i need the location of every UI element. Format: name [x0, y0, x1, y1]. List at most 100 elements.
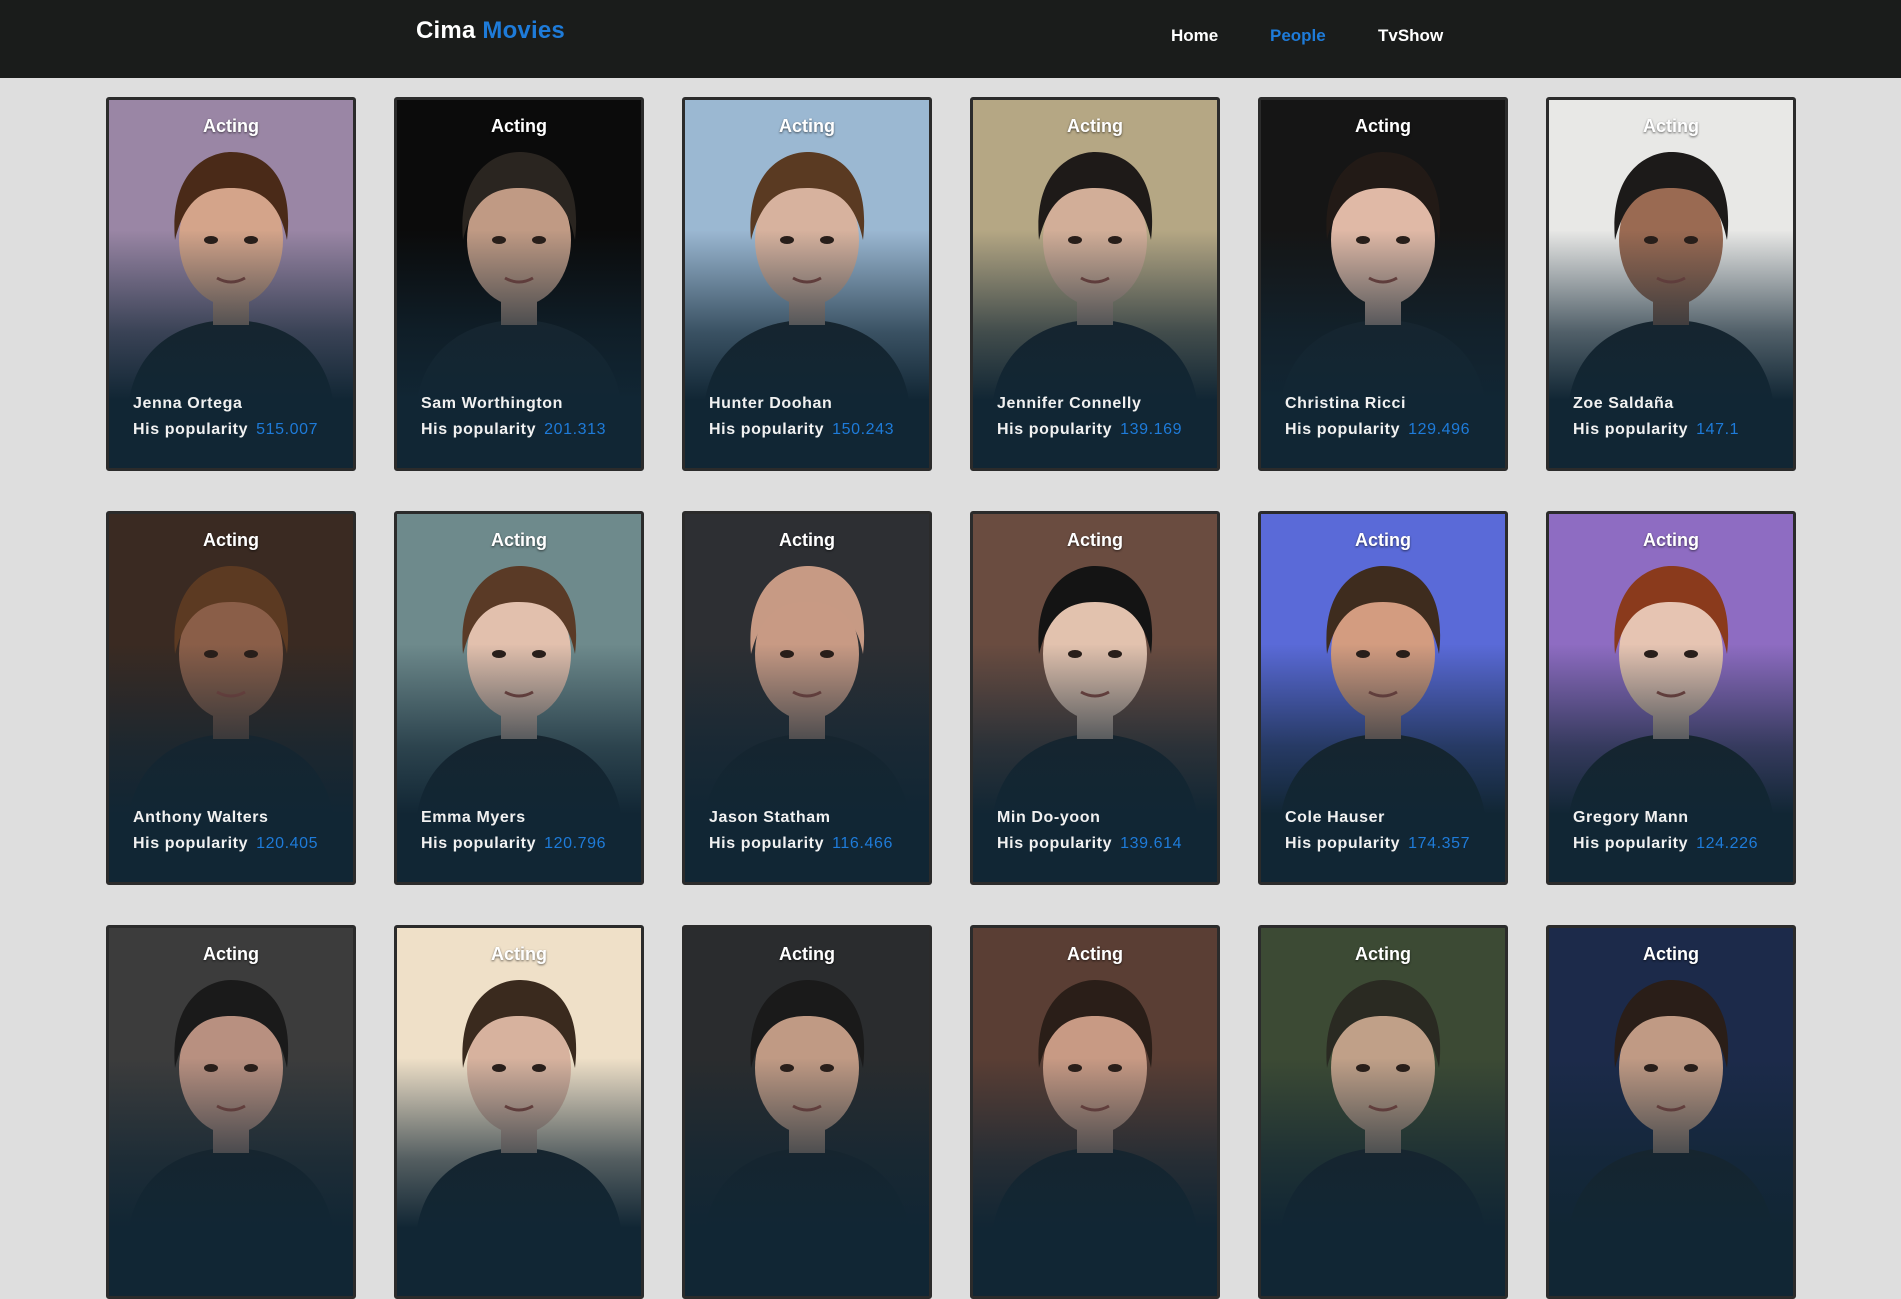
person-photo — [973, 928, 1217, 1228]
department-label: Acting — [203, 116, 259, 136]
popularity-value: 174.357 — [1408, 835, 1471, 852]
popularity-label: His popularity — [133, 835, 249, 852]
person-card[interactable]: Acting — [394, 925, 644, 1299]
person-card[interactable]: Acting Jenna Ortega His popularity 515.007 — [106, 97, 356, 471]
person-card[interactable]: Acting — [1258, 925, 1508, 1299]
person-card[interactable]: Acting Sam Worthington His popularity 201.3… — [394, 97, 644, 471]
popularity-label: His popularity — [709, 835, 825, 852]
person-info: Christina Ricci His popularity 129.496 — [1285, 395, 1470, 439]
person-name: Sam Worthington — [421, 395, 564, 412]
popularity-value: 129.496 — [1408, 421, 1471, 438]
person-photo — [397, 928, 641, 1228]
department-label: Acting — [1355, 944, 1411, 964]
department-label: Acting — [203, 530, 259, 550]
department-label: Acting — [1643, 116, 1699, 136]
nav-people-link[interactable]: People — [1270, 26, 1326, 46]
popularity-row: His popularity 120.796 — [421, 835, 606, 853]
popularity-label: His popularity — [1285, 421, 1401, 438]
popularity-value: 139.169 — [1120, 421, 1183, 438]
person-info: Cole Hauser His popularity 174.357 — [1285, 809, 1470, 853]
nav-tvshow-link[interactable]: TvShow — [1378, 26, 1443, 46]
popularity-row: His popularity 201.313 — [421, 421, 606, 439]
person-name: Jennifer Connelly — [997, 395, 1142, 412]
popularity-value: 120.796 — [544, 835, 607, 852]
person-card[interactable]: Acting — [682, 925, 932, 1299]
popularity-label: His popularity — [997, 835, 1113, 852]
person-card[interactable]: Acting Jason Statham His popularity 116.466 — [682, 511, 932, 885]
person-card[interactable]: Acting Christina Ricci His popularity 129.4… — [1258, 97, 1508, 471]
person-photo — [397, 514, 641, 814]
person-card[interactable]: Acting Emma Myers His popularity 120.796 — [394, 511, 644, 885]
person-name: Hunter Doohan — [709, 395, 833, 412]
popularity-label: His popularity — [709, 421, 825, 438]
department-label: Acting — [1067, 116, 1123, 136]
person-card[interactable]: Acting — [1546, 925, 1796, 1299]
popularity-row: His popularity 124.226 — [1573, 835, 1758, 853]
person-name: Cole Hauser — [1285, 809, 1385, 826]
person-info: Zoe Saldaña His popularity 147.1 — [1573, 395, 1739, 439]
person-photo — [1549, 928, 1793, 1228]
person-photo — [685, 514, 929, 814]
popularity-label: His popularity — [421, 835, 537, 852]
popularity-row: His popularity 129.496 — [1285, 421, 1470, 439]
department-label: Acting — [1067, 530, 1123, 550]
person-photo — [1261, 514, 1505, 814]
person-name: Christina Ricci — [1285, 395, 1407, 412]
person-photo — [1261, 100, 1505, 400]
department-label: Acting — [491, 116, 547, 136]
person-photo — [685, 928, 929, 1228]
popularity-label: His popularity — [421, 421, 537, 438]
person-card[interactable]: Acting Anthony Walters His popularity 120.4… — [106, 511, 356, 885]
person-photo — [1549, 100, 1793, 400]
person-name: Zoe Saldaña — [1573, 395, 1674, 412]
person-card[interactable]: Acting Jennifer Connelly His popularity 139… — [970, 97, 1220, 471]
popularity-row: His popularity 515.007 — [133, 421, 318, 439]
person-info: Hunter Doohan His popularity 150.243 — [709, 395, 894, 439]
person-card[interactable]: Acting Min Do-yoon His popularity 139.614 — [970, 511, 1220, 885]
person-card[interactable]: Acting Hunter Doohan His popularity 150.243 — [682, 97, 932, 471]
popularity-label: His popularity — [1573, 835, 1689, 852]
person-photo — [109, 100, 353, 400]
person-photo — [973, 514, 1217, 814]
person-card[interactable]: Acting — [106, 925, 356, 1299]
person-info: Jennifer Connelly His popularity 139.169 — [997, 395, 1182, 439]
department-label: Acting — [1643, 530, 1699, 550]
person-info: Jenna Ortega His popularity 515.007 — [133, 395, 318, 439]
person-name: Anthony Walters — [133, 809, 269, 826]
department-label: Acting — [203, 944, 259, 964]
popularity-value: 120.405 — [256, 835, 319, 852]
person-card[interactable]: Acting Zoe Saldaña His popularity 147.1 — [1546, 97, 1796, 471]
person-name: Emma Myers — [421, 809, 526, 826]
department-label: Acting — [1355, 116, 1411, 136]
popularity-value: 201.313 — [544, 421, 607, 438]
department-label: Acting — [779, 530, 835, 550]
person-info: Gregory Mann His popularity 124.226 — [1573, 809, 1758, 853]
popularity-row: His popularity 174.357 — [1285, 835, 1470, 853]
nav-home-link[interactable]: Home — [1171, 26, 1218, 46]
popularity-row: His popularity 120.405 — [133, 835, 318, 853]
navbar: Cima Movies Home People TvShow — [0, 0, 1901, 78]
person-info: Sam Worthington His popularity 201.313 — [421, 395, 606, 439]
person-name: Jenna Ortega — [133, 395, 243, 412]
person-card[interactable]: Acting Gregory Mann His popularity 124.226 — [1546, 511, 1796, 885]
person-card[interactable]: Acting Cole Hauser His popularity 174.357 — [1258, 511, 1508, 885]
person-info: Anthony Walters His popularity 120.405 — [133, 809, 318, 853]
popularity-label: His popularity — [1285, 835, 1401, 852]
popularity-value: 515.007 — [256, 421, 319, 438]
popularity-value: 139.614 — [1120, 835, 1183, 852]
brand-accent: Movies — [482, 17, 565, 44]
person-photo — [973, 100, 1217, 400]
popularity-row: His popularity 139.614 — [997, 835, 1182, 853]
brand-logo[interactable]: Cima Movies — [416, 17, 565, 45]
person-photo — [109, 514, 353, 814]
person-card[interactable]: Acting — [970, 925, 1220, 1299]
popularity-label: His popularity — [1573, 421, 1689, 438]
person-name: Min Do-yoon — [997, 809, 1101, 826]
person-info: Emma Myers His popularity 120.796 — [421, 809, 606, 853]
popularity-row: His popularity 116.466 — [709, 835, 893, 853]
popularity-value: 116.466 — [832, 835, 893, 852]
popularity-row: His popularity 139.169 — [997, 421, 1182, 439]
popularity-label: His popularity — [133, 421, 249, 438]
popularity-row: His popularity 147.1 — [1573, 421, 1739, 439]
department-label: Acting — [1067, 944, 1123, 964]
